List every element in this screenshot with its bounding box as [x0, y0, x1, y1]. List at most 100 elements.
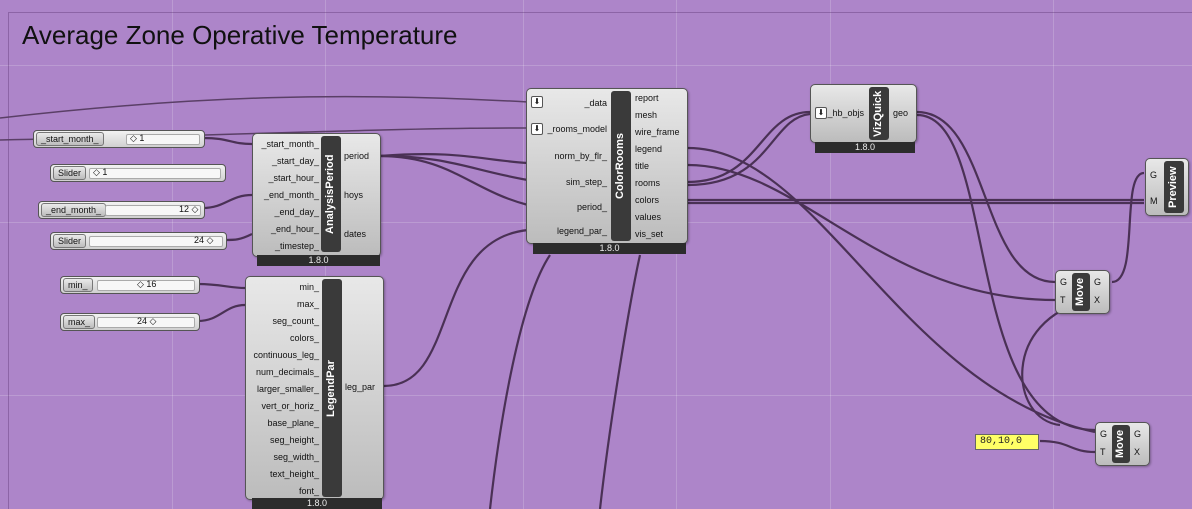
viz-quick-component[interactable]: VizQuick ⬇ _hb_objs geo [810, 84, 917, 143]
output-port[interactable]: leg_par [345, 382, 375, 393]
output-port[interactable]: period [344, 151, 369, 162]
max-slider[interactable]: max_ 24 ◇ [60, 313, 200, 331]
preview-component[interactable]: Preview G M [1145, 158, 1189, 216]
slider-label: _end_month_ [41, 203, 107, 217]
version-label: 1.8.0 [252, 498, 382, 509]
slider-a[interactable]: Slider ◇ 1 [50, 164, 226, 182]
slider-label: max_ [63, 315, 96, 329]
component-name: AnalysisPeriod [324, 154, 336, 234]
output-port[interactable]: X [1094, 295, 1100, 306]
output-port[interactable]: legend [635, 144, 662, 155]
input-port[interactable]: font_ [299, 486, 319, 497]
input-port[interactable]: norm_by_flr_ [554, 151, 607, 162]
output-port[interactable]: hoys [344, 190, 363, 201]
component-core: AnalysisPeriod [321, 136, 341, 252]
flatten-icon: ⬇ [531, 96, 543, 108]
input-port[interactable]: _timestep_ [275, 241, 319, 252]
input-port[interactable]: _end_month_ [264, 190, 319, 201]
output-port[interactable]: G [1134, 429, 1141, 440]
slider-value: 24 ◇ [194, 235, 214, 245]
output-port[interactable]: geo [893, 108, 908, 119]
input-port[interactable]: seg_count_ [272, 316, 319, 327]
slider-value: ◇ 16 [137, 279, 157, 289]
output-port[interactable]: wire_frame [635, 127, 680, 138]
input-port[interactable]: colors_ [290, 333, 319, 344]
analysis-period-component[interactable]: AnalysisPeriod _start_month_ _start_day_… [252, 133, 381, 257]
output-port[interactable]: values [635, 212, 661, 223]
output-port[interactable]: X [1134, 447, 1140, 458]
flatten-icon: ⬇ [815, 107, 827, 119]
output-port[interactable]: dates [344, 229, 366, 240]
input-port[interactable]: T [1100, 447, 1106, 458]
input-port[interactable]: legend_par_ [557, 226, 607, 237]
version-label: 1.8.0 [533, 243, 686, 254]
component-core: VizQuick [869, 87, 889, 140]
vector-panel[interactable]: 80,10,0 [975, 434, 1039, 450]
flatten-icon: ⬇ [531, 123, 543, 135]
input-port[interactable]: _end_hour_ [271, 224, 319, 235]
component-name: Move [1074, 277, 1086, 307]
input-port[interactable]: base_plane_ [267, 418, 319, 429]
input-port[interactable]: M [1150, 196, 1158, 207]
input-port[interactable]: _start_hour_ [268, 173, 319, 184]
output-port[interactable]: title [635, 161, 649, 172]
input-port[interactable]: max_ [297, 299, 319, 310]
slider-label: Slider [53, 234, 87, 248]
min-slider[interactable]: min_ ◇ 16 [60, 276, 200, 294]
grasshopper-canvas[interactable]: Average Zone Operative Temperature _star… [0, 0, 1192, 509]
input-port[interactable]: period_ [577, 202, 607, 213]
start-month-slider[interactable]: _start_month_ ◇ 1 [33, 130, 205, 148]
input-port[interactable]: G [1150, 170, 1157, 181]
slider-value: ◇ 1 [130, 133, 145, 143]
component-core: Move [1112, 425, 1130, 463]
component-core: Move [1072, 273, 1090, 311]
component-name: ColorRooms [614, 133, 626, 199]
input-port[interactable]: G [1060, 277, 1067, 288]
output-port[interactable]: report [635, 93, 659, 104]
component-core: ColorRooms [611, 91, 631, 241]
input-port[interactable]: vert_or_horiz_ [261, 401, 319, 412]
input-port[interactable]: sim_step_ [566, 177, 607, 188]
input-port[interactable]: _start_month_ [261, 139, 319, 150]
input-port[interactable]: text_height_ [270, 469, 319, 480]
end-month-slider[interactable]: _end_month_ 12 ◇ [38, 201, 205, 219]
input-port[interactable]: T [1060, 295, 1066, 306]
output-port[interactable]: vis_set [635, 229, 663, 240]
component-name: VizQuick [872, 90, 884, 137]
group-title: Average Zone Operative Temperature [22, 20, 458, 50]
output-port[interactable]: mesh [635, 110, 657, 121]
slider-value: ◇ 1 [93, 167, 108, 177]
component-core: LegendPar [322, 279, 342, 497]
input-port[interactable]: G [1100, 429, 1107, 440]
slider-label: Slider [53, 166, 87, 180]
input-port[interactable]: _rooms_model [547, 124, 607, 135]
legend-par-component[interactable]: LegendPar min_ max_ seg_count_ colors_ c… [245, 276, 384, 500]
input-port[interactable]: larger_smaller_ [257, 384, 319, 395]
input-port[interactable]: num_decimals_ [256, 367, 319, 378]
version-label: 1.8.0 [815, 142, 915, 153]
slider-track[interactable] [89, 168, 221, 179]
input-port[interactable]: seg_width_ [273, 452, 319, 463]
move-component[interactable]: Move G T G X [1055, 270, 1110, 314]
color-rooms-component[interactable]: ColorRooms ⬇ ⬇ _data _rooms_model norm_b… [526, 88, 688, 244]
input-port[interactable]: _start_day_ [272, 156, 319, 167]
slider-label: min_ [63, 278, 93, 292]
slider-value: 12 ◇ [179, 204, 199, 214]
input-port[interactable]: _end_day_ [274, 207, 319, 218]
input-port[interactable]: _hb_objs [827, 108, 864, 119]
input-port[interactable]: seg_height_ [270, 435, 319, 446]
timestep-slider[interactable]: Slider 24 ◇ [50, 232, 227, 250]
input-port[interactable]: _data [584, 98, 607, 109]
version-label: 1.8.0 [257, 255, 380, 266]
move-component[interactable]: Move G T G X [1095, 422, 1150, 466]
component-name: LegendPar [325, 360, 337, 418]
output-port[interactable]: G [1094, 277, 1101, 288]
component-core: Preview [1164, 161, 1184, 213]
component-name: Move [1114, 429, 1126, 459]
input-port[interactable]: min_ [299, 282, 319, 293]
component-name: Preview [1167, 166, 1179, 208]
output-port[interactable]: rooms [635, 178, 660, 189]
output-port[interactable]: colors [635, 195, 659, 206]
input-port[interactable]: continuous_leg_ [253, 350, 319, 361]
slider-label: _start_month_ [36, 132, 104, 146]
